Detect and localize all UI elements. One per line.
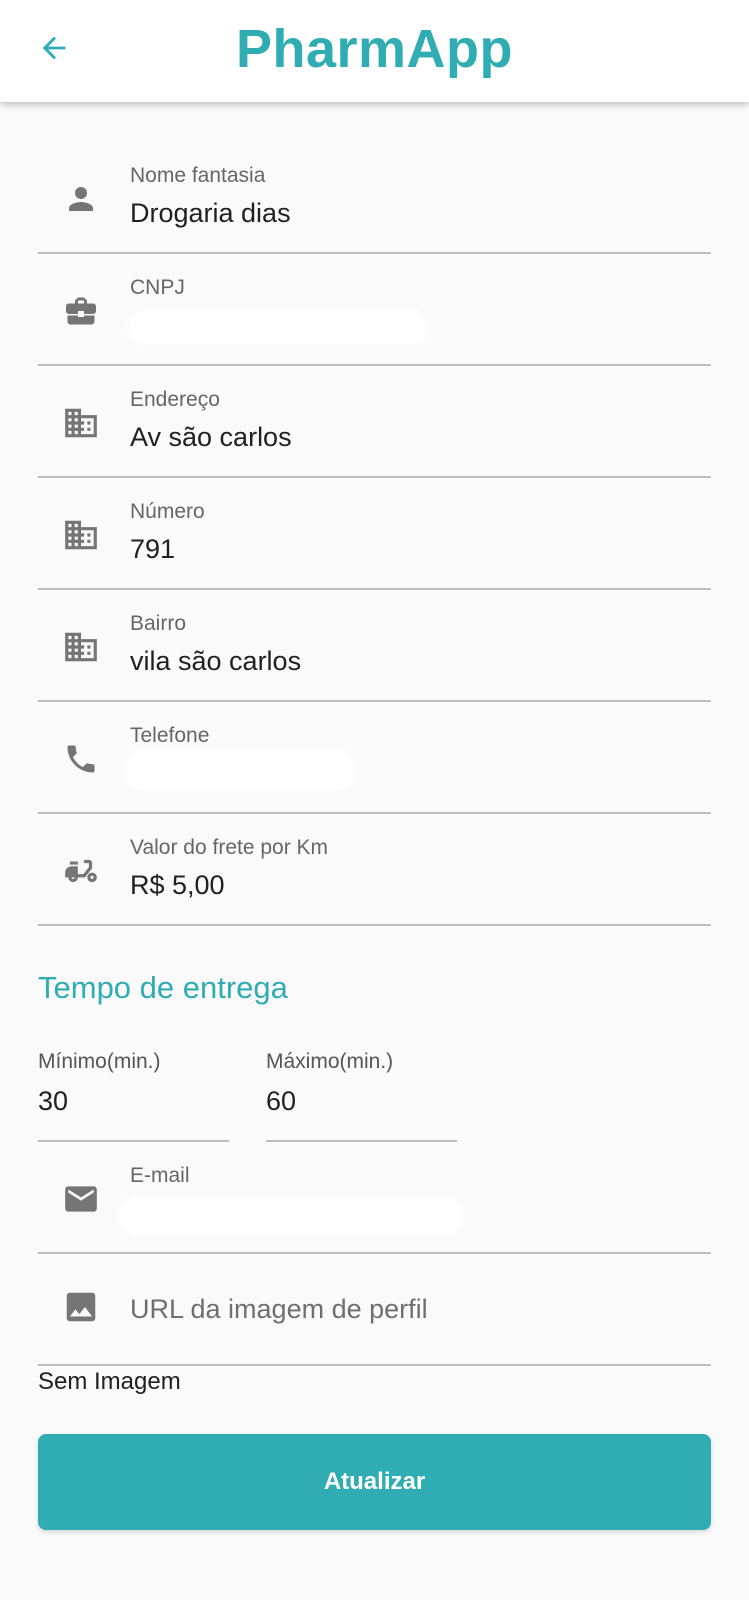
app-title: PharmApp [235, 19, 514, 79]
min-time-field[interactable]: Mínimo(min.) 30 [38, 1040, 229, 1142]
redacted-email [120, 1196, 462, 1236]
address-value[interactable]: Av são carlos [130, 422, 292, 453]
briefcase-icon [62, 292, 100, 330]
delivery-time-title: Tempo de entrega [38, 970, 288, 1005]
image-url-input[interactable]: URL da imagem de perfil [130, 1294, 428, 1325]
email-label: E-mail [130, 1164, 190, 1187]
image-url-field[interactable]: URL da imagem de perfil [38, 1254, 711, 1366]
redacted-phone [124, 750, 356, 790]
neighborhood-field[interactable]: Bairro vila são carlos [38, 590, 711, 702]
neighborhood-label: Bairro [130, 612, 187, 635]
trade-name-value[interactable]: Drogaria dias [130, 198, 291, 229]
phone-field[interactable]: Telefone [38, 702, 711, 814]
cnpj-label: CNPJ [130, 276, 185, 299]
address-label: Endereço [130, 388, 220, 411]
phone-label: Telefone [130, 724, 210, 747]
neighborhood-value[interactable]: vila são carlos [130, 646, 301, 677]
address-field[interactable]: Endereço Av são carlos [38, 366, 711, 478]
freight-value[interactable]: R$ 5,00 [130, 870, 225, 901]
redacted-cnpj [128, 310, 428, 344]
max-time-label: Máximo(min.) [266, 1050, 394, 1073]
trade-name-field[interactable]: Nome fantasia Drogaria dias [38, 142, 711, 254]
building-icon [62, 404, 100, 442]
min-time-label: Mínimo(min.) [38, 1050, 161, 1073]
freight-label: Valor do frete por Km [130, 836, 329, 859]
phone-icon [62, 740, 100, 778]
freight-field[interactable]: Valor do frete por Km R$ 5,00 [38, 814, 711, 926]
person-icon [62, 180, 100, 218]
email-field[interactable]: E-mail [38, 1142, 711, 1254]
max-time-value[interactable]: 60 [266, 1086, 296, 1117]
no-image-text: Sem Imagem [38, 1368, 181, 1395]
app-bar: PharmApp [0, 0, 749, 102]
mail-icon [62, 1180, 100, 1218]
update-button[interactable]: Atualizar [38, 1434, 711, 1530]
number-field[interactable]: Número 791 [38, 478, 711, 590]
building-icon [62, 516, 100, 554]
image-icon [62, 1288, 100, 1326]
number-label: Número [130, 500, 205, 523]
number-value[interactable]: 791 [130, 534, 175, 565]
scooter-icon [62, 852, 100, 890]
max-time-field[interactable]: Máximo(min.) 60 [266, 1040, 457, 1142]
cnpj-field[interactable]: CNPJ [38, 254, 711, 366]
building-icon [62, 628, 100, 666]
trade-name-label: Nome fantasia [130, 164, 266, 187]
min-time-value[interactable]: 30 [38, 1086, 68, 1117]
